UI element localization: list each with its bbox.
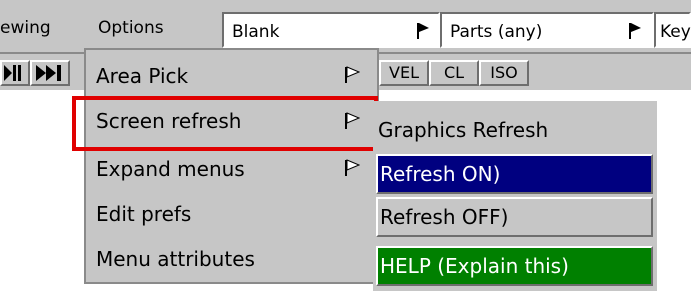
flag-arrow-icon	[417, 23, 429, 39]
menu-item-menu-attributes[interactable]: Menu attributes	[96, 246, 255, 272]
blank-select[interactable]: Blank	[222, 12, 440, 48]
submenu-item-refresh-on[interactable]: Refresh ON)	[376, 154, 653, 194]
flag-arrow-icon	[345, 159, 360, 176]
skip-end-button[interactable]	[30, 60, 70, 86]
parts-select-value: Parts (any)	[450, 22, 543, 42]
flag-arrow-icon	[345, 66, 360, 83]
key-select[interactable]: Key	[654, 12, 691, 48]
submenu-item-help[interactable]: HELP (Explain this)	[376, 246, 653, 286]
skip-start-button[interactable]	[0, 60, 30, 86]
submenu-item-refresh-off[interactable]: Refresh OFF)	[376, 197, 653, 237]
menu-options[interactable]: Options	[98, 17, 164, 39]
cl-button[interactable]: CL	[429, 60, 479, 86]
parts-select[interactable]: Parts (any)	[440, 12, 654, 48]
iso-button[interactable]: ISO	[479, 60, 529, 86]
vel-button[interactable]: VEL	[379, 60, 429, 86]
highlight-box	[72, 96, 378, 151]
menu-item-area-pick[interactable]: Area Pick	[96, 63, 188, 89]
menu-item-edit-prefs[interactable]: Edit prefs	[96, 201, 191, 227]
menu-viewing[interactable]: ewing	[0, 17, 51, 39]
key-select-value: Key	[660, 22, 691, 42]
menu-item-expand-menus[interactable]: Expand menus	[96, 156, 245, 182]
submenu-item-graphics-refresh[interactable]: Graphics Refresh	[376, 112, 653, 152]
blank-select-value: Blank	[232, 22, 280, 42]
skip-end-icon	[36, 65, 61, 81]
flag-arrow-icon	[629, 23, 641, 39]
skip-start-icon	[4, 65, 21, 81]
